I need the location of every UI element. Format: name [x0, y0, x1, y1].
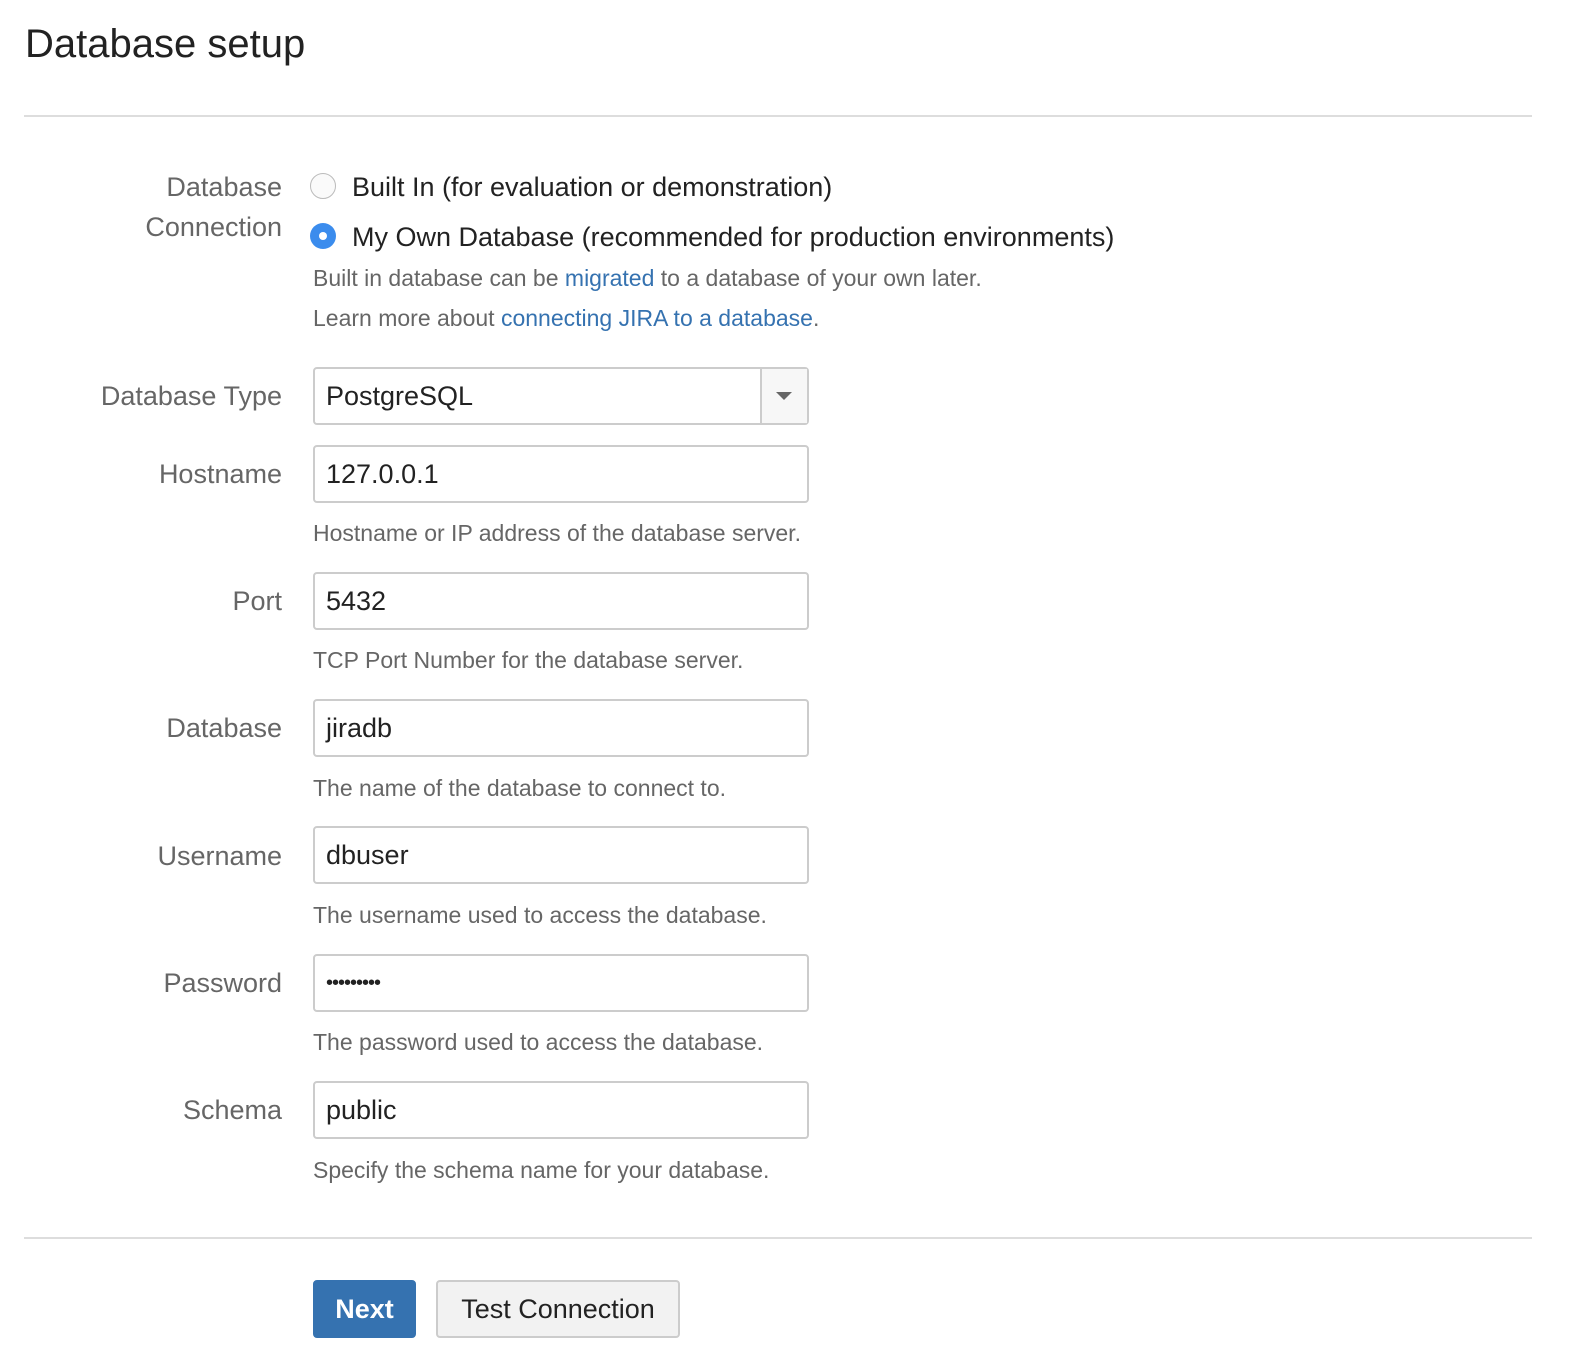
page-title: Database setup [25, 22, 306, 66]
learn-more-help: Learn more about connecting JIRA to a da… [313, 303, 819, 333]
port-input[interactable]: 5432 [313, 572, 809, 630]
radio-own-database[interactable] [310, 223, 336, 249]
radio-built-in-label[interactable]: Built In (for evaluation or demonstratio… [352, 170, 832, 204]
help-text: . [812, 305, 820, 331]
help-text: to a database of your own later. [654, 265, 982, 291]
username-help: The username used to access the database… [313, 902, 767, 928]
schema-label: Schema [182, 1095, 282, 1125]
port-label: Port [232, 586, 282, 616]
radio-built-in[interactable] [310, 173, 336, 199]
database-input[interactable]: jiradb [313, 699, 809, 757]
connection-label-line1: Database [166, 172, 282, 202]
password-label: Password [163, 968, 282, 998]
chevron-down-icon[interactable] [760, 369, 807, 423]
password-input[interactable]: ••••••••• [313, 954, 809, 1012]
radio-own-database-label[interactable]: My Own Database (recommended for product… [352, 220, 1114, 254]
migrated-link[interactable]: migrated [565, 265, 654, 291]
schema-help: Specify the schema name for your databas… [313, 1157, 770, 1183]
database-type-select[interactable]: PostgreSQL [313, 367, 809, 425]
connecting-jira-link[interactable]: connecting JIRA to a database [501, 305, 813, 331]
migrate-help: Built in database can be migrated to a d… [313, 263, 982, 293]
hostname-input[interactable]: 127.0.0.1 [313, 445, 809, 503]
next-button[interactable]: Next [313, 1280, 416, 1338]
hostname-help: Hostname or IP address of the database s… [313, 520, 801, 546]
password-help: The password used to access the database… [313, 1029, 764, 1055]
divider [24, 115, 1532, 117]
help-text: Built in database can be [313, 265, 565, 291]
database-help: The name of the database to connect to. [313, 775, 727, 801]
connection-label-line2: Connection [145, 212, 282, 242]
test-connection-button[interactable]: Test Connection [436, 1280, 680, 1338]
schema-input[interactable]: public [313, 1081, 809, 1139]
database-type-value: PostgreSQL [326, 381, 474, 411]
username-input[interactable]: dbuser [313, 826, 809, 884]
hostname-label: Hostname [158, 459, 282, 489]
port-help: TCP Port Number for the database server. [313, 647, 744, 673]
database-label: Database [166, 713, 282, 743]
divider [24, 1237, 1532, 1239]
help-text: Learn more about [313, 305, 501, 331]
database-type-label: Database Type [100, 381, 282, 411]
username-label: Username [157, 841, 282, 871]
